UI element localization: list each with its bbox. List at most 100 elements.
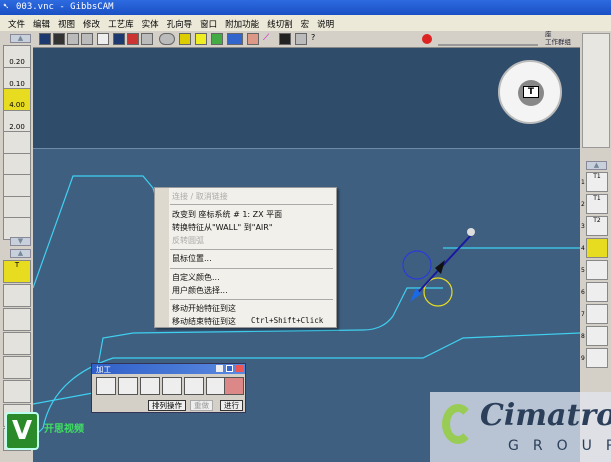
axis-icon[interactable]: ⟋	[263, 33, 275, 45]
empty-op-button[interactable]	[184, 377, 204, 395]
solid-op-button[interactable]	[224, 377, 244, 395]
drill-op-button[interactable]	[162, 377, 182, 395]
menu-item-link[interactable]: 连接 / 取消链接	[172, 191, 228, 202]
box-icon[interactable]	[67, 33, 79, 45]
tool-slot[interactable]: 8	[3, 195, 31, 219]
view-wheel[interactable]: T	[498, 60, 562, 124]
menu-item-move-end[interactable]: 移动结束特征到这	[172, 316, 236, 327]
ops-scroll-up-button[interactable]: ▲	[586, 161, 607, 170]
process-slot[interactable]: 1T	[3, 260, 31, 283]
slot-number: 8	[581, 333, 585, 340]
wireframe-icon[interactable]	[39, 33, 51, 45]
menu-view[interactable]: 视图	[54, 15, 79, 31]
slot-value: 2.00	[9, 122, 25, 131]
tool-slot[interactable]: 20.10	[3, 66, 31, 90]
yellow-solid-icon[interactable]	[195, 33, 207, 45]
tool-slot[interactable]: 10.20	[3, 45, 31, 68]
menu-item-reverse-arc[interactable]: 反转圆弧	[172, 235, 204, 246]
text-icon[interactable]	[53, 33, 65, 45]
cube-icon[interactable]	[179, 33, 191, 45]
palette-pin-icon[interactable]	[216, 365, 223, 372]
redo-button[interactable]: 重做	[190, 400, 213, 411]
face-op-button[interactable]	[140, 377, 160, 395]
slot-label: T	[14, 261, 20, 269]
print-icon[interactable]	[295, 33, 307, 45]
run-button[interactable]: 进行	[220, 400, 243, 411]
menu-item-user-color[interactable]: 用户颜色选择...	[172, 285, 228, 296]
menu-window[interactable]: 窗口	[196, 15, 221, 31]
menu-item-convert-feature[interactable]: 转换特征从"WALL" 到"AIR"	[172, 222, 273, 233]
operation-slot[interactable]: 2 T1	[581, 194, 608, 214]
slot-number: 2	[581, 201, 585, 208]
menu-item-mouse-position[interactable]: 鼠标位置...	[172, 253, 212, 264]
menu-modify[interactable]: 修改	[79, 15, 104, 31]
cimatron-group: GROUP	[508, 438, 611, 454]
operation-slot[interactable]: 4	[581, 238, 608, 258]
process-slot[interactable]: 5	[3, 356, 31, 379]
tool-slot[interactable]: 7	[3, 174, 31, 197]
menu-edit[interactable]: 编辑	[29, 15, 54, 31]
layer-icon[interactable]	[141, 33, 153, 45]
stock-icon[interactable]	[247, 33, 259, 45]
grid-icon[interactable]	[113, 33, 125, 45]
shortcut-text: Ctrl+Shift+Click	[251, 316, 324, 325]
scroll-up-button[interactable]: ▲	[10, 34, 31, 43]
menu-solids[interactable]: 实体	[138, 15, 163, 31]
process-slot[interactable]: 2	[3, 284, 31, 307]
pocket-op-button[interactable]	[118, 377, 138, 395]
operation-slot[interactable]: 7	[581, 304, 608, 324]
point-icon[interactable]	[97, 33, 109, 45]
palette-close-icon[interactable]	[236, 365, 243, 372]
contour-op-button[interactable]	[96, 377, 116, 395]
context-menu: 连接 / 取消链接 改变到 座标系统 # 1: ZX 平面 转换特征从"WALL…	[154, 187, 337, 328]
process-slot[interactable]: 6	[3, 380, 31, 403]
menu-macro[interactable]: 宏	[297, 15, 314, 31]
cimatron-emblem-icon	[442, 404, 474, 444]
operation-slot[interactable]: 5	[581, 260, 608, 280]
tool-scroll-up-button[interactable]: ▲	[10, 249, 31, 258]
view-wheel-center[interactable]: T	[518, 80, 544, 106]
arc-blue	[402, 250, 432, 280]
menu-file[interactable]: 文件	[4, 15, 29, 31]
slot-number: 1	[581, 179, 585, 186]
menu-item-change-coordinate[interactable]: 改变到 座标系统 # 1: ZX 平面	[172, 209, 282, 220]
toggle-icon[interactable]	[159, 33, 175, 45]
thread-op-button[interactable]	[206, 377, 226, 395]
operation-slot[interactable]: 6	[581, 282, 608, 302]
operation-slot[interactable]: 9	[581, 348, 608, 368]
help-cursor-icon[interactable]: ?	[311, 33, 323, 45]
sort-operations-button[interactable]: 排列操作	[148, 400, 186, 411]
title-bar: ➷ 003.vnc - GibbsCAM	[0, 0, 611, 15]
left-panel: ▲ 10.2020.1034.0042.00567891T2345678 ▼ ▲	[0, 31, 33, 462]
menu-item-move-start[interactable]: 移动开始特征到这	[172, 303, 236, 314]
operation-slot[interactable]: 1 T1	[581, 172, 608, 192]
menu-wire-edm[interactable]: 线切割	[263, 15, 297, 31]
separator	[170, 204, 333, 205]
menu-hole-wizard[interactable]: 孔向导	[163, 15, 197, 31]
operation-slot[interactable]: 3 T2	[581, 216, 608, 236]
menu-help[interactable]: 说明	[313, 15, 338, 31]
tool-slot[interactable]: 6	[3, 152, 31, 176]
machining-palette: 加工 排列操作 重做 进行	[91, 363, 246, 413]
tool-slot[interactable]: 5	[3, 131, 31, 154]
tool-slot[interactable]: 42.00	[3, 109, 31, 133]
tool-palette[interactable]	[582, 33, 610, 148]
green-solid-icon[interactable]	[211, 33, 223, 45]
operation-slot[interactable]: 8	[581, 326, 608, 346]
menu-item-custom-color[interactable]: 自定义颜色...	[172, 272, 220, 283]
process-slot[interactable]: 3	[3, 308, 31, 331]
slot-number: 6	[581, 289, 585, 296]
solid-icon[interactable]	[127, 33, 139, 45]
tool-icon[interactable]	[227, 33, 243, 45]
scroll-down-button[interactable]: ▼	[10, 237, 31, 246]
tool-slot[interactable]: 34.00	[3, 88, 31, 111]
process-slot[interactable]: 4	[3, 332, 31, 355]
render-icon[interactable]	[279, 33, 291, 45]
shaded-icon[interactable]	[81, 33, 93, 45]
palette-minimize-icon[interactable]	[226, 365, 233, 372]
menu-process-library[interactable]: 工艺库	[104, 15, 138, 31]
stop-icon[interactable]	[422, 34, 432, 44]
progress-bar	[438, 44, 538, 46]
separator	[170, 249, 333, 250]
menu-plugins[interactable]: 附加功能	[221, 15, 263, 31]
